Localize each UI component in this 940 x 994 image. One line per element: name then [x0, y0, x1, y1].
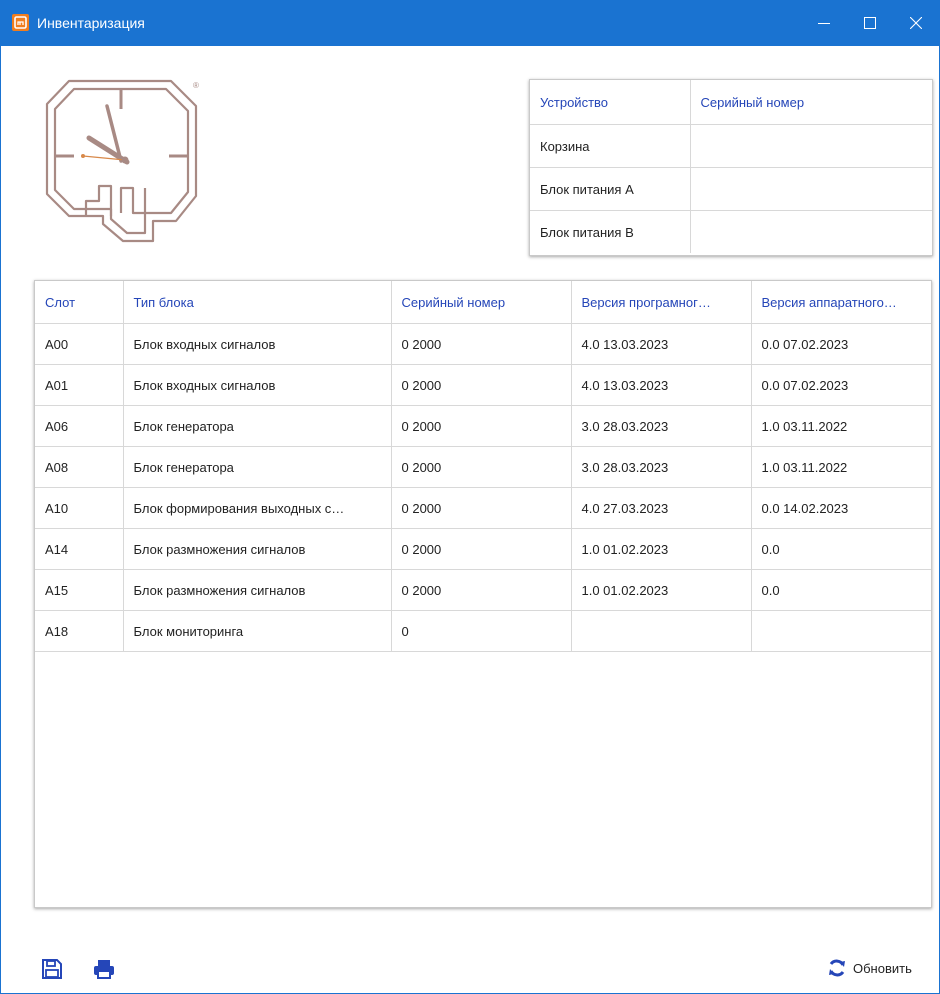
- hardware-version-cell[interactable]: 0.0: [751, 569, 931, 611]
- device-serial-panel: Устройство Серийный номер Корзина Блок п…: [529, 79, 933, 256]
- serial-cell[interactable]: 0 2000: [391, 364, 572, 406]
- column-header-block-type[interactable]: Тип блока: [123, 281, 392, 324]
- block-type-cell[interactable]: Блок генератора: [123, 405, 392, 447]
- software-version-cell[interactable]: 3.0 28.03.2023: [571, 446, 752, 488]
- slot-cell[interactable]: A14: [35, 528, 124, 570]
- minimize-icon: [818, 23, 830, 24]
- column-header-slot[interactable]: Слот: [35, 281, 124, 324]
- modules-panel: Слот Тип блока Серийный номер Версия про…: [34, 280, 932, 908]
- device-row[interactable]: Блок питания B: [530, 210, 932, 254]
- device-cell[interactable]: Корзина: [530, 124, 691, 168]
- modules-table-header: Слот Тип блока Серийный номер Версия про…: [35, 281, 931, 324]
- serial-cell[interactable]: 0 2000: [391, 405, 572, 447]
- slot-cell[interactable]: A08: [35, 446, 124, 488]
- serial-cell[interactable]: 0 2000: [391, 569, 572, 611]
- company-logo: ®: [41, 76, 206, 246]
- device-cell[interactable]: Блок питания B: [530, 210, 691, 253]
- close-icon: [910, 17, 922, 29]
- block-type-cell[interactable]: Блок входных сигналов: [123, 364, 392, 406]
- column-header-device[interactable]: Устройство: [530, 80, 691, 125]
- slot-cell[interactable]: A10: [35, 487, 124, 529]
- slot-cell[interactable]: A00: [35, 323, 124, 365]
- minimize-button[interactable]: [801, 1, 847, 46]
- modules-table: Слот Тип блока Серийный номер Версия про…: [35, 281, 931, 652]
- window-title: Инвентаризация: [37, 15, 145, 31]
- device-cell[interactable]: Блок питания А: [530, 167, 691, 211]
- hardware-version-cell[interactable]: 0.0: [751, 528, 931, 570]
- column-header-hardware-version[interactable]: Версия аппаратного…: [751, 281, 931, 324]
- refresh-label: Обновить: [853, 960, 912, 976]
- block-type-cell[interactable]: Блок входных сигналов: [123, 323, 392, 365]
- title-bar[interactable]: Инвентаризация: [1, 1, 939, 46]
- serial-cell[interactable]: [690, 124, 932, 168]
- device-table-header: Устройство Серийный номер: [530, 80, 932, 125]
- serial-cell[interactable]: [690, 211, 932, 254]
- table-row[interactable]: A00 Блок входных сигналов 0 2000 4.0 13.…: [35, 323, 931, 365]
- device-row[interactable]: Блок питания А: [530, 167, 932, 211]
- table-row[interactable]: A08 Блок генератора 0 2000 3.0 28.03.202…: [35, 446, 931, 488]
- table-row[interactable]: A01 Блок входных сигналов 0 2000 4.0 13.…: [35, 364, 931, 406]
- software-version-cell[interactable]: 3.0 28.03.2023: [571, 405, 752, 447]
- software-version-cell[interactable]: 4.0 27.03.2023: [571, 487, 752, 529]
- slot-cell[interactable]: A01: [35, 364, 124, 406]
- refresh-icon: [829, 959, 845, 977]
- slot-cell[interactable]: A06: [35, 405, 124, 447]
- column-header-serial[interactable]: Серийный номер: [391, 281, 572, 324]
- serial-cell[interactable]: [690, 167, 932, 211]
- slot-cell[interactable]: A18: [35, 610, 124, 652]
- block-type-cell[interactable]: Блок размножения сигналов: [123, 528, 392, 570]
- device-row[interactable]: Корзина: [530, 124, 932, 168]
- block-type-cell[interactable]: Блок размножения сигналов: [123, 569, 392, 611]
- serial-cell[interactable]: 0 2000: [391, 487, 572, 529]
- refresh-button[interactable]: Обновить: [827, 956, 912, 980]
- serial-cell[interactable]: 0: [391, 610, 572, 652]
- save-button[interactable]: [41, 958, 63, 980]
- block-type-cell[interactable]: Блок формирования выходных с…: [123, 487, 392, 529]
- hardware-version-cell[interactable]: 1.0 03.11.2022: [751, 446, 931, 488]
- save-icon: [42, 959, 62, 979]
- registered-mark: ®: [193, 81, 199, 90]
- column-header-serial[interactable]: Серийный номер: [690, 80, 932, 125]
- table-row[interactable]: A18 Блок мониторинга 0: [35, 610, 931, 652]
- hardware-version-cell[interactable]: 0.0 07.02.2023: [751, 323, 931, 365]
- app-logo-icon: [12, 14, 29, 31]
- hardware-version-cell[interactable]: [751, 610, 931, 652]
- software-version-cell[interactable]: 4.0 13.03.2023: [571, 323, 752, 365]
- software-version-cell[interactable]: 4.0 13.03.2023: [571, 364, 752, 406]
- table-row[interactable]: A10 Блок формирования выходных с… 0 2000…: [35, 487, 931, 529]
- software-version-cell[interactable]: 1.0 01.02.2023: [571, 569, 752, 611]
- slot-cell[interactable]: A15: [35, 569, 124, 611]
- print-icon: [94, 960, 114, 979]
- hardware-version-cell[interactable]: 0.0 07.02.2023: [751, 364, 931, 406]
- software-version-cell[interactable]: [571, 610, 752, 652]
- maximize-button[interactable]: [847, 1, 893, 46]
- serial-cell[interactable]: 0 2000: [391, 446, 572, 488]
- hardware-version-cell[interactable]: 1.0 03.11.2022: [751, 405, 931, 447]
- inventory-window: Инвентаризация ® Устройство Серийный ном…: [0, 0, 940, 994]
- block-type-cell[interactable]: Блок генератора: [123, 446, 392, 488]
- table-row[interactable]: A15 Блок размножения сигналов 0 2000 1.0…: [35, 569, 931, 611]
- close-button[interactable]: [893, 1, 939, 46]
- print-button[interactable]: [93, 958, 115, 980]
- hardware-version-cell[interactable]: 0.0 14.02.2023: [751, 487, 931, 529]
- column-header-software-version[interactable]: Версия програмног…: [571, 281, 752, 324]
- serial-cell[interactable]: 0 2000: [391, 528, 572, 570]
- serial-cell[interactable]: 0 2000: [391, 323, 572, 365]
- table-row[interactable]: A14 Блок размножения сигналов 0 2000 1.0…: [35, 528, 931, 570]
- software-version-cell[interactable]: 1.0 01.02.2023: [571, 528, 752, 570]
- device-serial-table: Устройство Серийный номер Корзина Блок п…: [530, 80, 932, 253]
- block-type-cell[interactable]: Блок мониторинга: [123, 610, 392, 652]
- table-row[interactable]: A06 Блок генератора 0 2000 3.0 28.03.202…: [35, 405, 931, 447]
- maximize-icon: [864, 17, 876, 29]
